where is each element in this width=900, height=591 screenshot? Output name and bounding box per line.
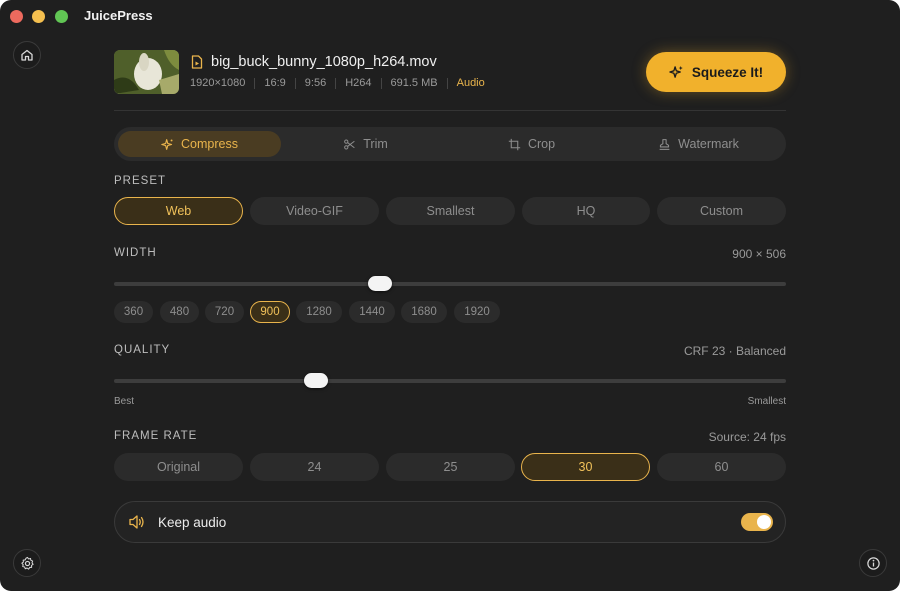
sparkle-icon xyxy=(669,65,683,78)
framerate-30[interactable]: 30 xyxy=(521,453,650,481)
width-option-1920[interactable]: 1920 xyxy=(454,301,500,323)
speaker-icon xyxy=(129,515,144,529)
info-icon xyxy=(866,556,880,570)
preset-smallest[interactable]: Smallest xyxy=(386,197,515,225)
audio-badge: Audio xyxy=(456,77,485,89)
tab-watermark[interactable]: Watermark xyxy=(617,131,780,157)
meta-divider xyxy=(254,77,256,89)
width-option-1280[interactable]: 1280 xyxy=(296,301,342,323)
resolution-text: 1920×1080 xyxy=(190,77,246,89)
meta-divider xyxy=(446,77,448,89)
tab-trim[interactable]: Trim xyxy=(284,131,447,157)
home-icon xyxy=(21,49,33,61)
tab-label: Crop xyxy=(527,137,556,151)
preset-hq[interactable]: HQ xyxy=(522,197,650,225)
file-metadata: 1920×1080 16:9 9:56 H264 691.5 MB Audio xyxy=(190,77,485,89)
meta-divider xyxy=(335,77,337,89)
sparkle-icon xyxy=(161,138,173,150)
close-window-button[interactable] xyxy=(10,10,23,23)
settings-button[interactable] xyxy=(13,549,41,577)
preset-heading: PRESET xyxy=(114,175,167,187)
video-file-icon xyxy=(191,55,203,74)
tab-label: Watermark xyxy=(678,137,739,151)
framerate-60[interactable]: 60 xyxy=(657,453,786,481)
meta-divider xyxy=(380,77,382,89)
aspect-ratio-text: 16:9 xyxy=(264,77,286,89)
quality-value: CRF 23 · Balanced xyxy=(683,344,786,358)
app-title: JuicePress xyxy=(84,8,153,23)
codec-text: H264 xyxy=(345,77,372,89)
stamp-icon xyxy=(659,138,670,150)
tab-compress[interactable]: Compress xyxy=(118,131,281,157)
width-option-1440[interactable]: 1440 xyxy=(349,301,395,323)
tab-label: Trim xyxy=(363,137,388,151)
duration-text: 9:56 xyxy=(304,77,327,89)
framerate-24[interactable]: 24 xyxy=(250,453,379,481)
quality-heading: QUALITY xyxy=(114,344,171,356)
header-divider xyxy=(114,110,786,111)
minimize-window-button[interactable] xyxy=(32,10,45,23)
file-name: big_buck_bunny_1080p_h264.mov xyxy=(211,54,437,70)
width-option-720[interactable]: 720 xyxy=(205,301,244,323)
file-size-text: 691.5 MB xyxy=(390,77,438,89)
quality-slider-track[interactable] xyxy=(114,379,786,383)
framerate-25[interactable]: 25 xyxy=(386,453,515,481)
tab-label: Compress xyxy=(181,137,238,151)
preset-web[interactable]: Web xyxy=(114,197,243,225)
width-slider-thumb[interactable] xyxy=(368,276,393,291)
info-button[interactable] xyxy=(859,549,887,577)
keep-audio-row: Keep audio xyxy=(114,501,786,543)
width-option-480[interactable]: 480 xyxy=(160,301,199,323)
preset-video-gif[interactable]: Video-GIF xyxy=(250,197,379,225)
home-button[interactable] xyxy=(13,41,41,69)
framerate-source: Source: 24 fps xyxy=(708,430,786,444)
squeeze-label: Squeeze It! xyxy=(691,64,764,80)
tab-crop[interactable]: Crop xyxy=(450,131,613,157)
width-dimensions: 900 × 506 xyxy=(732,247,786,261)
meta-divider xyxy=(294,77,296,89)
width-option-360[interactable]: 360 xyxy=(114,301,153,323)
width-slider-track[interactable] xyxy=(114,282,786,286)
gear-icon xyxy=(20,556,34,570)
width-option-1680[interactable]: 1680 xyxy=(401,301,447,323)
quality-min-label: Best xyxy=(114,396,135,407)
zoom-window-button[interactable] xyxy=(55,10,68,23)
framerate-original[interactable]: Original xyxy=(114,453,243,481)
keep-audio-label: Keep audio xyxy=(158,515,227,530)
toggle-knob xyxy=(757,515,771,529)
quality-slider-thumb[interactable] xyxy=(303,373,328,388)
quality-max-label: Smallest xyxy=(747,396,786,407)
video-thumbnail xyxy=(114,50,179,94)
app-window: JuicePress big_buck_bunny_1080p_h264.mov… xyxy=(0,0,900,591)
squeeze-button[interactable]: Squeeze It! xyxy=(646,52,786,92)
framerate-heading: FRAME RATE xyxy=(114,430,198,442)
crop-icon xyxy=(508,138,521,150)
scissors-icon xyxy=(344,139,355,149)
width-option-900[interactable]: 900 xyxy=(250,301,290,323)
keep-audio-toggle[interactable] xyxy=(741,513,773,531)
mode-tabs: Compress Trim Crop Watermark xyxy=(114,127,786,161)
width-heading: WIDTH xyxy=(114,247,157,259)
preset-custom[interactable]: Custom xyxy=(657,197,786,225)
